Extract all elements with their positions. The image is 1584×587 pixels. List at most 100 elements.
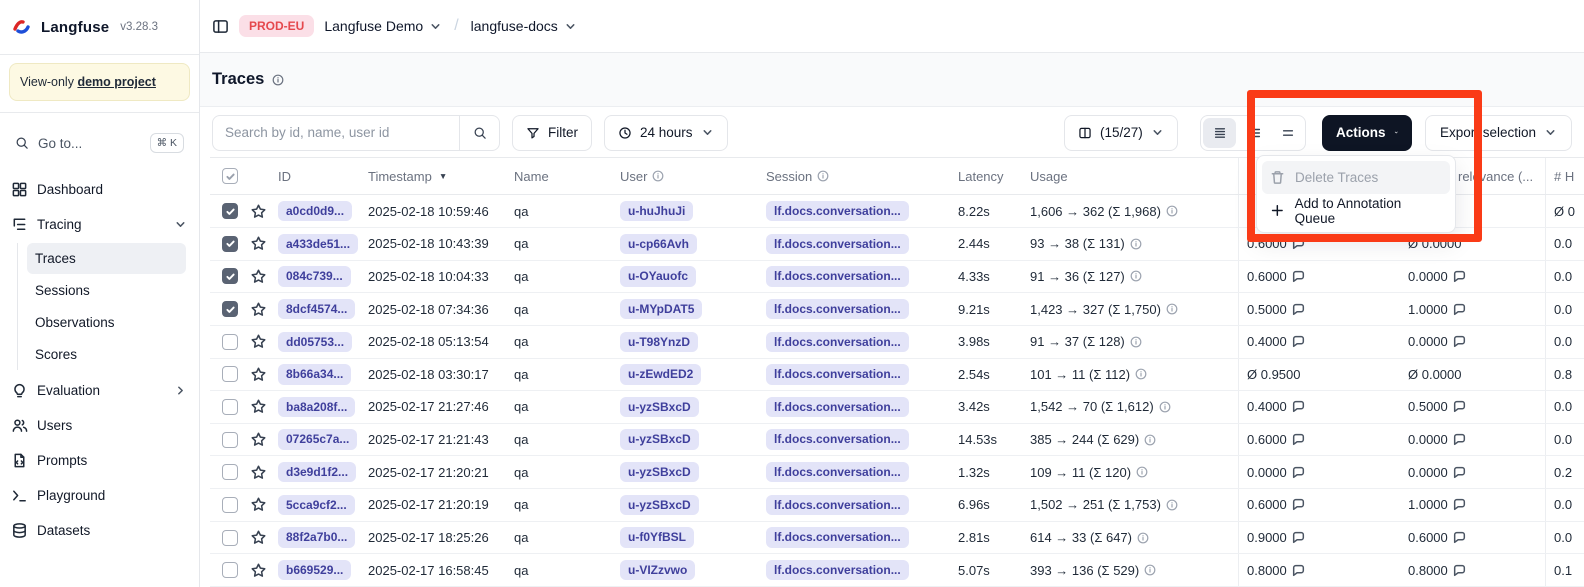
user-badge[interactable]: u-VIZzvwo	[620, 560, 695, 580]
info-icon[interactable]	[1159, 401, 1171, 413]
info-icon[interactable]	[1130, 336, 1142, 348]
sidebar-item-datasets[interactable]: Datasets	[0, 513, 199, 547]
column-visibility-button[interactable]: (15/27)	[1064, 115, 1178, 151]
info-icon[interactable]	[1137, 532, 1149, 544]
table-row[interactable]: 084c739...2025-02-18 10:04:33qau-OYauofc…	[210, 261, 1584, 294]
comment-icon[interactable]	[1292, 335, 1305, 348]
sidebar-item-scores[interactable]: Scores	[27, 339, 186, 370]
table-row[interactable]: 5cca9cf2...2025-02-17 21:20:19qau-yzSBxc…	[210, 489, 1584, 522]
row-checkbox[interactable]	[222, 464, 238, 480]
menu-item-add-to-annotation-queue[interactable]: Add to Annotation Queue	[1262, 194, 1450, 227]
goto-search[interactable]: Go to... ⌘ K	[9, 126, 190, 160]
col-header-timestamp[interactable]: Timestamp▼	[364, 169, 510, 184]
row-checkbox[interactable]	[222, 530, 238, 546]
session-badge[interactable]: lf.docs.conversation...	[766, 560, 909, 580]
filter-button[interactable]: Filter	[512, 115, 592, 151]
comment-icon[interactable]	[1453, 335, 1466, 348]
comment-icon[interactable]	[1292, 303, 1305, 316]
session-badge[interactable]: lf.docs.conversation...	[766, 364, 909, 384]
col-header-latency[interactable]: Latency	[954, 169, 1026, 184]
actions-button[interactable]: Actions	[1322, 115, 1412, 151]
table-row[interactable]: ba8a208f...2025-02-17 21:27:46qau-yzSBxc…	[210, 391, 1584, 424]
table-row[interactable]: d3e9d1f2...2025-02-17 21:20:21qau-yzSBxc…	[210, 456, 1584, 489]
user-badge[interactable]: u-yzSBxcD	[620, 495, 699, 515]
comment-icon[interactable]	[1292, 433, 1305, 446]
session-badge[interactable]: lf.docs.conversation...	[766, 234, 909, 254]
comment-icon[interactable]	[1453, 466, 1466, 479]
sidebar-item-observations[interactable]: Observations	[27, 307, 186, 338]
col-header-name[interactable]: Name	[510, 169, 616, 184]
user-badge[interactable]: u-OYauofc	[620, 266, 696, 286]
info-icon[interactable]	[1144, 564, 1156, 576]
session-badge[interactable]: lf.docs.conversation...	[766, 397, 909, 417]
comment-icon[interactable]	[1292, 237, 1305, 250]
col-header-session[interactable]: Session	[762, 169, 954, 184]
row-height-large-button[interactable]	[1272, 116, 1305, 150]
row-checkbox[interactable]	[222, 236, 238, 252]
star-icon[interactable]	[250, 333, 267, 350]
comment-icon[interactable]	[1453, 270, 1466, 283]
user-badge[interactable]: u-cp66Avh	[620, 234, 697, 254]
trace-id-badge[interactable]: 88f2a7b0...	[278, 527, 355, 547]
comment-icon[interactable]	[1453, 400, 1466, 413]
table-row[interactable]: 8b66a34...2025-02-18 03:30:17qau-zEwdED2…	[210, 359, 1584, 392]
project-switcher[interactable]: langfuse-docs	[471, 18, 577, 34]
sidebar-item-evaluation[interactable]: Evaluation	[0, 373, 199, 407]
user-badge[interactable]: u-T98YnzD	[620, 332, 698, 352]
row-height-medium-button[interactable]	[1238, 116, 1271, 150]
info-icon[interactable]	[1166, 205, 1178, 217]
user-badge[interactable]: u-yzSBxcD	[620, 429, 699, 449]
star-icon[interactable]	[250, 301, 267, 318]
trace-id-badge[interactable]: d3e9d1f2...	[278, 462, 356, 482]
comment-icon[interactable]	[1453, 531, 1466, 544]
trace-id-badge[interactable]: 084c739...	[278, 266, 351, 286]
trace-id-badge[interactable]: dd05753...	[278, 332, 352, 352]
comment-icon[interactable]	[1453, 498, 1466, 511]
row-height-small-button[interactable]	[1203, 118, 1236, 148]
user-badge[interactable]: u-yzSBxcD	[620, 397, 699, 417]
star-icon[interactable]	[250, 366, 267, 383]
comment-icon[interactable]	[1453, 303, 1466, 316]
comment-icon[interactable]	[1292, 466, 1305, 479]
row-checkbox[interactable]	[222, 301, 238, 317]
sidebar-toggle-icon[interactable]	[212, 18, 229, 35]
info-icon[interactable]	[1144, 434, 1156, 446]
comment-icon[interactable]	[1453, 564, 1466, 577]
user-badge[interactable]: u-zEwdED2	[620, 364, 701, 384]
session-badge[interactable]: lf.docs.conversation...	[766, 527, 909, 547]
select-all-checkbox[interactable]	[222, 168, 238, 184]
row-checkbox[interactable]	[222, 399, 238, 415]
comment-icon[interactable]	[1292, 498, 1305, 511]
trace-id-badge[interactable]: a0cd0d9...	[278, 201, 352, 221]
export-selection-button[interactable]: Export selection	[1425, 115, 1572, 151]
sidebar-item-playground[interactable]: Playground	[0, 478, 199, 512]
info-icon[interactable]	[1166, 303, 1178, 315]
info-icon[interactable]	[1135, 368, 1147, 380]
col-header-score-c[interactable]: # H	[1545, 158, 1584, 194]
sidebar-item-sessions[interactable]: Sessions	[27, 275, 186, 306]
sidebar-item-dashboard[interactable]: Dashboard	[0, 172, 199, 206]
user-badge[interactable]: u-huJhuJi	[620, 201, 693, 221]
row-checkbox[interactable]	[222, 562, 238, 578]
trace-id-badge[interactable]: 07265c7a...	[278, 429, 357, 449]
star-icon[interactable]	[250, 431, 267, 448]
row-checkbox[interactable]	[222, 497, 238, 513]
star-icon[interactable]	[250, 398, 267, 415]
trace-id-badge[interactable]: b669529...	[278, 560, 351, 580]
table-row[interactable]: 8dcf4574...2025-02-18 07:34:36qau-MYpDAT…	[210, 293, 1584, 326]
comment-icon[interactable]	[1292, 270, 1305, 283]
user-badge[interactable]: u-f0YfBSL	[620, 527, 694, 547]
session-badge[interactable]: lf.docs.conversation...	[766, 462, 909, 482]
star-icon[interactable]	[250, 529, 267, 546]
session-badge[interactable]: lf.docs.conversation...	[766, 495, 909, 515]
session-badge[interactable]: lf.docs.conversation...	[766, 266, 909, 286]
info-icon[interactable]	[1166, 499, 1178, 511]
table-row[interactable]: dd05753...2025-02-18 05:13:54qau-T98YnzD…	[210, 326, 1584, 359]
session-badge[interactable]: lf.docs.conversation...	[766, 299, 909, 319]
row-checkbox[interactable]	[222, 203, 238, 219]
trace-id-badge[interactable]: ba8a208f...	[278, 397, 355, 417]
comment-icon[interactable]	[1292, 400, 1305, 413]
sidebar-item-prompts[interactable]: Prompts	[0, 443, 199, 477]
trace-id-badge[interactable]: 8b66a34...	[278, 364, 351, 384]
session-badge[interactable]: lf.docs.conversation...	[766, 201, 909, 221]
